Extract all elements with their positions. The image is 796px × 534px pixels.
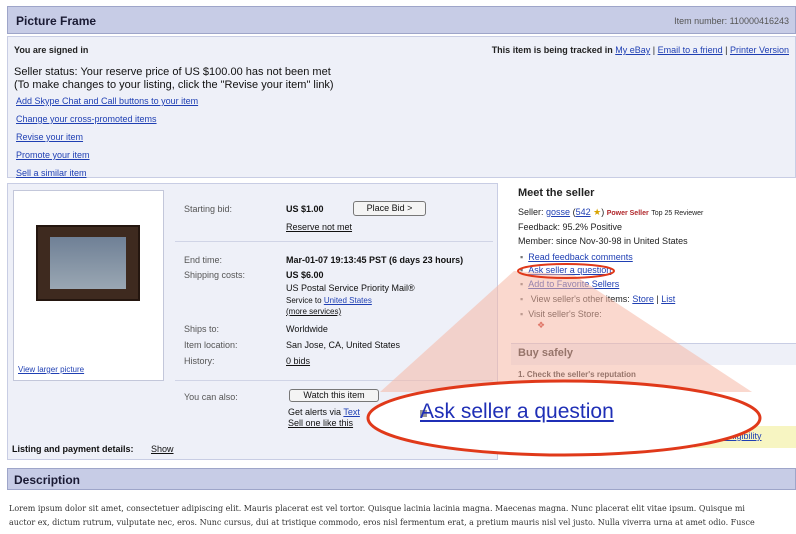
alerts-line: Get alerts via Text [288, 407, 360, 417]
item-number: Item number: 110000416243 [674, 16, 789, 26]
alerts-text-link[interactable]: Text [343, 407, 360, 417]
my-ebay-link[interactable]: My eBay [615, 45, 650, 55]
seller-status-text: Seller status: Your reserve price of US … [14, 66, 331, 78]
bid-history-link[interactable]: 0 bids [286, 356, 310, 366]
page-title: Picture Frame [16, 14, 97, 28]
description-body: Lorem ipsum dolor sit amet, consectetuer… [9, 502, 794, 532]
store-link[interactable]: Store [632, 294, 654, 304]
shipping-label: Shipping costs: [184, 270, 246, 280]
check-reputation: 1. Check the seller's reputation [518, 370, 636, 379]
top-reviewer-badge: Top 25 Reviewer [651, 210, 704, 217]
seller-name-link[interactable]: gosse [546, 207, 570, 217]
buy-safely-title: Buy safely [518, 347, 574, 359]
service-to-link[interactable]: United States [324, 296, 372, 305]
member-since: Member: since Nov-30-98 in United States [518, 236, 688, 246]
history-label: History: [184, 356, 215, 366]
view-larger-link[interactable]: View larger picture [18, 365, 84, 374]
shipping-value: US $6.00 [286, 270, 324, 280]
divider [175, 241, 493, 242]
starting-bid-label: Starting bid: [184, 204, 233, 214]
divider [175, 380, 493, 381]
title-bar: Picture Frame Item number: 110000416243 [7, 6, 796, 34]
end-time-label: End time: [184, 255, 223, 265]
shipping-service: US Postal Service Priority Mail® [286, 283, 415, 293]
item-photo[interactable]: View larger picture [13, 190, 164, 381]
buy-safely-section: Buy safely [511, 343, 796, 365]
star-icon: ★ [593, 207, 602, 217]
description-title: Description [14, 473, 81, 487]
see-eligibility-link[interactable]: See eligibility [709, 431, 762, 441]
promote-item-link[interactable]: Promote your item [16, 150, 90, 160]
store-icon[interactable]: ❖ [537, 320, 545, 331]
description-header: Description [7, 468, 796, 490]
more-services-link[interactable]: (more services) [286, 307, 341, 316]
payment-show-link[interactable]: Show [151, 444, 174, 454]
you-can-also-label: You can also: [184, 392, 238, 402]
favorite-sellers-item: Add to Favorite Sellers [520, 279, 619, 289]
reserve-not-met-link[interactable]: Reserve not met [286, 222, 352, 232]
signed-in-label: You are signed in [14, 45, 89, 55]
revise-item-link[interactable]: Revise your item [16, 132, 83, 142]
seller-status-panel: You are signed in This item is being tra… [7, 36, 796, 178]
add-favorite-sellers-link[interactable]: Add to Favorite Sellers [528, 279, 619, 289]
end-time-value: Mar-01-07 19:13:45 PST (6 days 23 hours) [286, 255, 464, 265]
ships-to-value: Worldwide [286, 324, 328, 334]
meet-seller-title: Meet the seller [518, 187, 595, 199]
tracking-bar: This item is being tracked in My eBay | … [491, 45, 789, 55]
place-bid-button[interactable]: Place Bid > [353, 201, 426, 216]
power-seller-icon: Power Seller [606, 210, 649, 217]
seller-status-hint: (To make changes to your listing, click … [14, 79, 334, 91]
sell-one-like-this-link[interactable]: Sell one like this [288, 418, 353, 428]
description-line: auctor ex, dictum rutrum, vulputate nec,… [9, 518, 755, 527]
starting-bid-value: US $1.00 [286, 204, 324, 214]
ask-seller-question-zoomed[interactable]: Ask seller a question [420, 400, 614, 424]
description-line: Lorem ipsum dolor sit amet, consectetuer… [9, 504, 745, 513]
cross-promoted-link[interactable]: Change your cross-promoted items [16, 114, 157, 124]
eligibility-bar: See eligibility [694, 426, 796, 448]
printer-version-link[interactable]: Printer Version [730, 45, 789, 55]
read-feedback-link[interactable]: Read feedback comments [528, 252, 633, 262]
sell-similar-link[interactable]: Sell a similar item [16, 168, 87, 178]
seller-line: Seller: gosse (542 ★) Power Seller Top 2… [518, 207, 704, 217]
picture-frame-image [36, 225, 140, 301]
feedback-comments-item: Read feedback comments [520, 252, 633, 262]
payment-details-label: Listing and payment details: [12, 444, 134, 454]
feedback-count-link[interactable]: 542 [576, 207, 591, 217]
seller-status: Seller status: Your reserve price of US … [14, 66, 334, 92]
item-location-label: Item location: [184, 340, 238, 350]
ships-to-label: Ships to: [184, 324, 220, 334]
item-location-value: San Jose, CA, United States [286, 340, 401, 350]
service-to: Service to United States [286, 296, 372, 305]
watch-item-button[interactable]: Watch this item [289, 389, 379, 402]
add-skype-link[interactable]: Add Skype Chat and Call buttons to your … [16, 96, 198, 106]
other-items-item: View seller's other items: Store | List [520, 294, 675, 304]
feedback-score: Feedback: 95.2% Positive [518, 222, 623, 232]
tracked-label: This item is being tracked in [491, 45, 613, 55]
visit-store-item: Visit seller's Store: [520, 309, 602, 319]
email-friend-link[interactable]: Email to a friend [658, 45, 723, 55]
list-link[interactable]: List [661, 294, 675, 304]
ask-question-item: Ask seller a question [520, 265, 611, 275]
seller-actions-list: Add Skype Chat and Call buttons to your … [16, 96, 198, 186]
ask-seller-question-link[interactable]: Ask seller a question [528, 265, 611, 275]
